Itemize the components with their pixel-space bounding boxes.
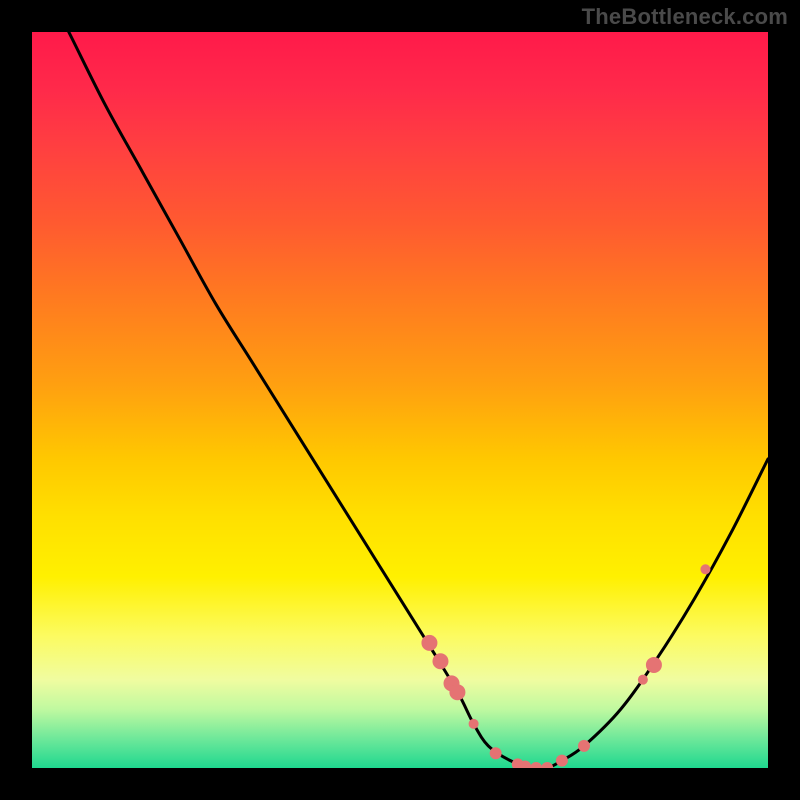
data-marker bbox=[421, 635, 437, 651]
watermark-text: TheBottleneck.com bbox=[582, 4, 788, 30]
data-marker bbox=[432, 653, 448, 669]
chart-frame: TheBottleneck.com bbox=[0, 0, 800, 800]
data-marker bbox=[530, 762, 542, 768]
plot-area bbox=[32, 32, 768, 768]
curve-layer bbox=[32, 32, 768, 768]
data-marker bbox=[490, 747, 502, 759]
data-marker bbox=[700, 564, 710, 574]
data-marker bbox=[638, 675, 648, 685]
data-marker bbox=[578, 740, 590, 752]
data-marker bbox=[556, 755, 568, 767]
data-marker bbox=[646, 657, 662, 673]
data-marker bbox=[449, 684, 465, 700]
data-marker bbox=[469, 719, 479, 729]
data-markers bbox=[421, 564, 710, 768]
data-marker bbox=[541, 762, 553, 768]
bottleneck-curve bbox=[32, 32, 768, 768]
